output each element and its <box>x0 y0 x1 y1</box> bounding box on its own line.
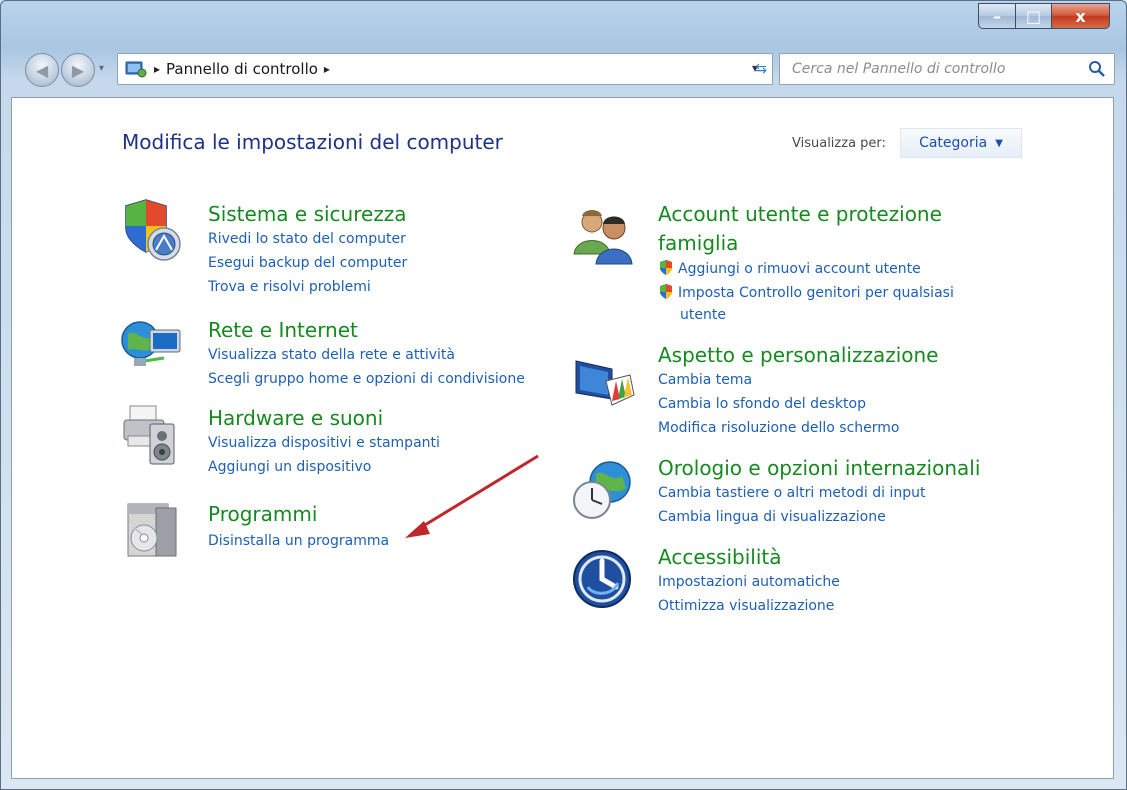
back-button[interactable]: ◀ <box>25 53 59 87</box>
minimize-button[interactable]: – <box>978 3 1016 29</box>
annotation-arrow <box>405 454 539 538</box>
window-controls: – □ x <box>978 3 1110 31</box>
breadcrumb-separator[interactable]: ▸ <box>154 62 160 76</box>
content-pane: Modifica le impostazioni del computer Vi… <box>11 97 1114 779</box>
navigation-bar: ◀ ▶ ▾ ▸ Pannello di controllo ▸ ▾ ⇆ <box>15 51 1115 89</box>
refresh-icon[interactable]: ⇆ <box>749 57 773 81</box>
close-icon: x <box>1075 6 1086 26</box>
back-arrow-icon: ◀ <box>35 60 49 80</box>
maximize-button[interactable]: □ <box>1016 3 1052 29</box>
title-bar[interactable]: – □ x <box>1 1 1126 45</box>
search-box[interactable] <box>779 53 1115 85</box>
forward-arrow-icon: ▶ <box>71 60 85 80</box>
breadcrumb-control-panel[interactable]: Pannello di controllo <box>166 60 318 78</box>
maximize-icon: □ <box>1025 6 1042 26</box>
window-frame: – □ x ◀ ▶ ▾ ▸ Pannello di controllo ▸ ▾ … <box>0 0 1127 790</box>
minimize-icon: – <box>993 6 1001 26</box>
recent-pages-dropdown[interactable]: ▾ <box>99 63 104 74</box>
close-button[interactable]: x <box>1052 3 1110 29</box>
search-icon[interactable] <box>1088 60 1106 78</box>
control-panel-icon <box>125 61 147 78</box>
forward-button[interactable]: ▶ <box>61 53 95 87</box>
breadcrumb-separator-end[interactable]: ▸ <box>324 62 330 76</box>
search-input[interactable] <box>790 60 1084 78</box>
address-bar[interactable]: ▸ Pannello di controllo ▸ ▾ <box>117 53 773 85</box>
